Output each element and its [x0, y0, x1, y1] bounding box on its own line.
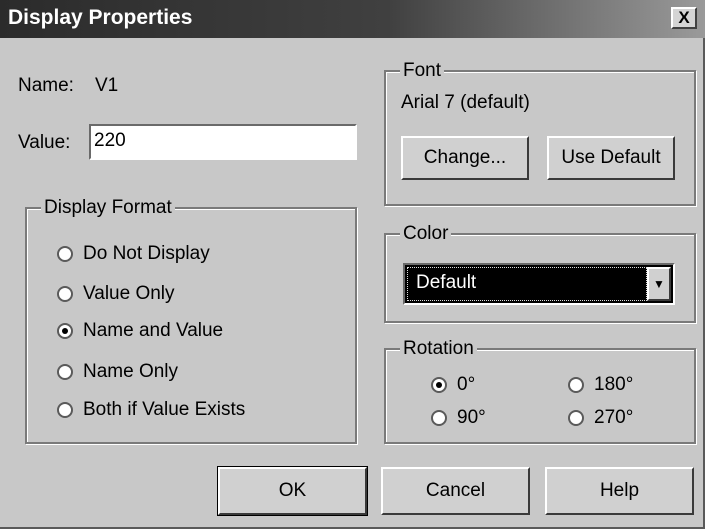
radio-button[interactable]: [57, 364, 73, 380]
radio-label: 0°: [457, 374, 476, 395]
rotation-title: Rotation: [400, 338, 477, 360]
radio-name-and-value[interactable]: Name and Value: [57, 319, 223, 343]
radio-button[interactable]: [568, 377, 584, 393]
radio-button[interactable]: [431, 377, 447, 393]
radio-rotation-180[interactable]: 180°: [568, 373, 633, 397]
radio-rotation-0[interactable]: 0°: [431, 373, 475, 397]
radio-button[interactable]: [57, 286, 73, 302]
radio-button[interactable]: [57, 246, 73, 262]
dropdown-arrow-button[interactable]: ▼: [647, 267, 671, 301]
use-default-font-button[interactable]: Use Default: [547, 136, 675, 180]
window-title: Display Properties: [8, 6, 193, 29]
radio-label: Name and Value: [83, 320, 224, 341]
close-button[interactable]: X: [671, 7, 697, 29]
radio-label: 90°: [457, 407, 486, 428]
rotation-group: Rotation 0° 180° 90° 270°: [384, 338, 696, 444]
font-current: Arial 7 (default): [401, 92, 530, 113]
cancel-button[interactable]: Cancel: [381, 467, 530, 515]
radio-button[interactable]: [57, 402, 73, 418]
radio-label: 270°: [594, 407, 634, 428]
radio-name-only[interactable]: Name Only: [57, 360, 178, 384]
change-font-button[interactable]: Change...: [401, 136, 529, 180]
color-group: Color Default ▼: [384, 223, 696, 323]
radio-label: Both if Value Exists: [83, 399, 246, 420]
name-label: Name:: [18, 75, 74, 96]
radio-do-not-display[interactable]: Do Not Display: [57, 242, 210, 266]
radio-button[interactable]: [57, 323, 73, 339]
display-format-title: Display Format: [41, 197, 175, 219]
help-button[interactable]: Help: [545, 467, 694, 515]
font-group: Font Arial 7 (default) Change... Use Def…: [384, 60, 696, 206]
name-value: V1: [95, 75, 119, 96]
radio-label: Do Not Display: [83, 243, 210, 264]
display-format-group: Display Format Do Not Display Value Only…: [25, 197, 357, 444]
radio-label: Name Only: [83, 361, 179, 382]
value-input[interactable]: 220: [89, 124, 357, 160]
display-properties-dialog: Display Properties X Name: V1 Value: 220…: [0, 0, 705, 529]
radio-button[interactable]: [568, 410, 584, 426]
title-bar[interactable]: Display Properties X: [0, 0, 705, 38]
color-title: Color: [400, 223, 452, 245]
value-label: Value:: [18, 132, 71, 153]
radio-label: 180°: [594, 374, 634, 395]
color-select-value: Default: [407, 267, 647, 301]
radio-rotation-90[interactable]: 90°: [431, 406, 486, 430]
color-select[interactable]: Default ▼: [403, 263, 675, 305]
radio-value-only[interactable]: Value Only: [57, 282, 175, 306]
radio-label: Value Only: [83, 283, 175, 304]
radio-both-if-value-exists[interactable]: Both if Value Exists: [57, 398, 245, 422]
radio-button[interactable]: [431, 410, 447, 426]
close-icon: X: [678, 8, 690, 27]
font-title: Font: [400, 60, 445, 82]
chevron-down-icon: ▼: [653, 277, 665, 291]
radio-rotation-270[interactable]: 270°: [568, 406, 633, 430]
ok-button[interactable]: OK: [217, 466, 368, 516]
